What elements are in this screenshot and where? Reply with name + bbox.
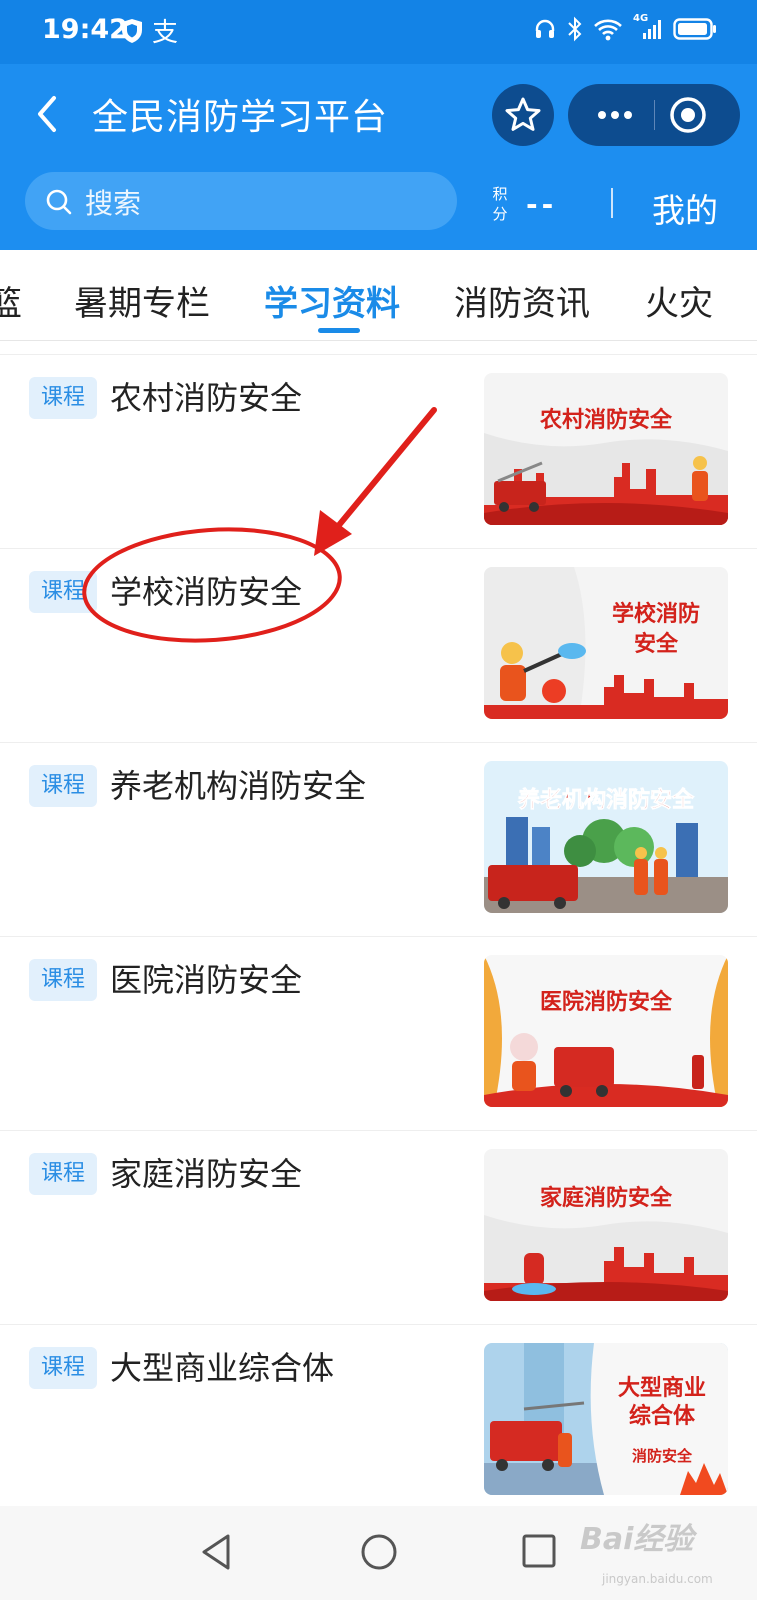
page-title: 全民消防学习平台	[92, 97, 389, 138]
course-title[interactable]: 养老机构消防安全	[110, 761, 366, 807]
course-list: 课程 农村消防安全 农村消防安全 课程 学校消防安全 学校消防 安全 课程 养老…	[0, 354, 757, 1518]
course-thumbnail[interactable]: 养老机构消防安全	[484, 761, 728, 913]
search-placeholder: 搜索	[85, 187, 142, 220]
app-header: 19:42 支 4G 全民消防学习平台 搜索 积分 -- 我的	[0, 0, 757, 250]
status-bar: 19:42 支 4G	[0, 0, 757, 64]
course-item[interactable]: 课程 家庭消防安全 家庭消防安全	[0, 1130, 757, 1324]
status-icons: 4G	[533, 13, 717, 42]
course-item[interactable]: 课程 农村消防安全 农村消防安全	[0, 354, 757, 548]
course-item[interactable]: 课程 医院消防安全 医院消防安全	[0, 936, 757, 1130]
back-button[interactable]	[28, 86, 68, 142]
baidu-watermark: Bai经验	[580, 1522, 694, 1557]
course-badge: 课程	[29, 1347, 97, 1389]
thumbnail-caption-line2: 安全	[634, 631, 679, 657]
course-title[interactable]: 大型商业综合体	[110, 1343, 334, 1389]
more-button[interactable]	[588, 98, 642, 132]
favorite-button[interactable]	[492, 84, 554, 146]
miniapp-capsule	[568, 84, 740, 146]
course-title[interactable]: 学校消防安全	[110, 567, 302, 613]
course-item[interactable]: 课程 养老机构消防安全 养老机构消防安全	[0, 742, 757, 936]
points-label: 积分	[492, 185, 508, 223]
thumbnail-caption: 学校消防	[612, 601, 700, 627]
category-tabs: 篮 暑期专栏 学习资料 消防资讯 火灾	[0, 250, 757, 341]
course-thumbnail[interactable]: 学校消防 安全	[484, 567, 728, 719]
thumbnail-caption: 农村消防安全	[539, 407, 673, 433]
course-item[interactable]: 课程 学校消防安全 学校消防 安全	[0, 548, 757, 742]
tab-fire-news[interactable]: 消防资讯	[454, 276, 590, 325]
course-title[interactable]: 医院消防安全	[110, 955, 302, 1001]
course-thumbnail[interactable]: 大型商业 综合体 消防安全	[484, 1343, 728, 1495]
thumbnail-caption: 家庭消防安全	[540, 1185, 673, 1211]
thumbnail-caption-line3: 消防安全	[632, 1447, 693, 1465]
course-thumbnail[interactable]: 医院消防安全	[484, 955, 728, 1107]
wifi-icon	[594, 19, 622, 41]
tab-study-materials[interactable]: 学习资料	[264, 276, 400, 325]
header-divider	[611, 188, 613, 218]
star-icon	[505, 97, 541, 131]
battery-icon	[673, 18, 716, 40]
course-badge: 课程	[29, 959, 97, 1001]
alipay-icon: 支	[152, 18, 179, 48]
course-badge: 课程	[29, 571, 97, 613]
course-title[interactable]: 农村消防安全	[110, 373, 302, 419]
points-value[interactable]: --	[526, 188, 557, 221]
course-item[interactable]: 课程 大型商业综合体 大型商业 综合体 消防安全	[0, 1324, 757, 1518]
tab-lanqiu[interactable]: 篮	[0, 276, 22, 325]
course-badge: 课程	[29, 765, 97, 807]
nav-home-button[interactable]	[360, 1532, 398, 1572]
headphone-icon	[535, 19, 555, 38]
tab-summer-column[interactable]: 暑期专栏	[74, 276, 210, 325]
thumbnail-caption: 医院消防安全	[540, 989, 673, 1015]
tab-fire-cases[interactable]: 火灾	[645, 276, 713, 325]
thumbnail-caption-line2: 综合体	[629, 1403, 696, 1429]
shield-icon	[122, 19, 142, 43]
mine-button[interactable]: 我的	[652, 184, 718, 232]
signal-icon: 4G	[633, 13, 663, 41]
thumbnail-caption: 养老机构消防安全	[517, 787, 695, 813]
course-title[interactable]: 家庭消防安全	[110, 1149, 302, 1195]
thumbnail-caption: 大型商业	[618, 1375, 706, 1401]
search-input[interactable]: 搜索	[25, 172, 457, 230]
search-icon	[46, 189, 72, 215]
course-thumbnail[interactable]: 农村消防安全	[484, 373, 728, 525]
capsule-divider	[654, 100, 655, 130]
course-badge: 课程	[29, 377, 97, 419]
nav-back-button[interactable]	[200, 1532, 232, 1572]
tabs-fade	[731, 250, 757, 340]
course-thumbnail[interactable]: 家庭消防安全	[484, 1149, 728, 1301]
nav-recent-apps-button[interactable]	[522, 1534, 556, 1568]
close-miniapp-button[interactable]	[668, 95, 708, 135]
status-time: 19:42	[42, 14, 128, 45]
baidu-watermark-url: jingyan.baidu.com	[602, 1572, 713, 1586]
bluetooth-icon	[568, 16, 582, 42]
course-badge: 课程	[29, 1153, 97, 1195]
active-tab-indicator	[318, 328, 360, 333]
